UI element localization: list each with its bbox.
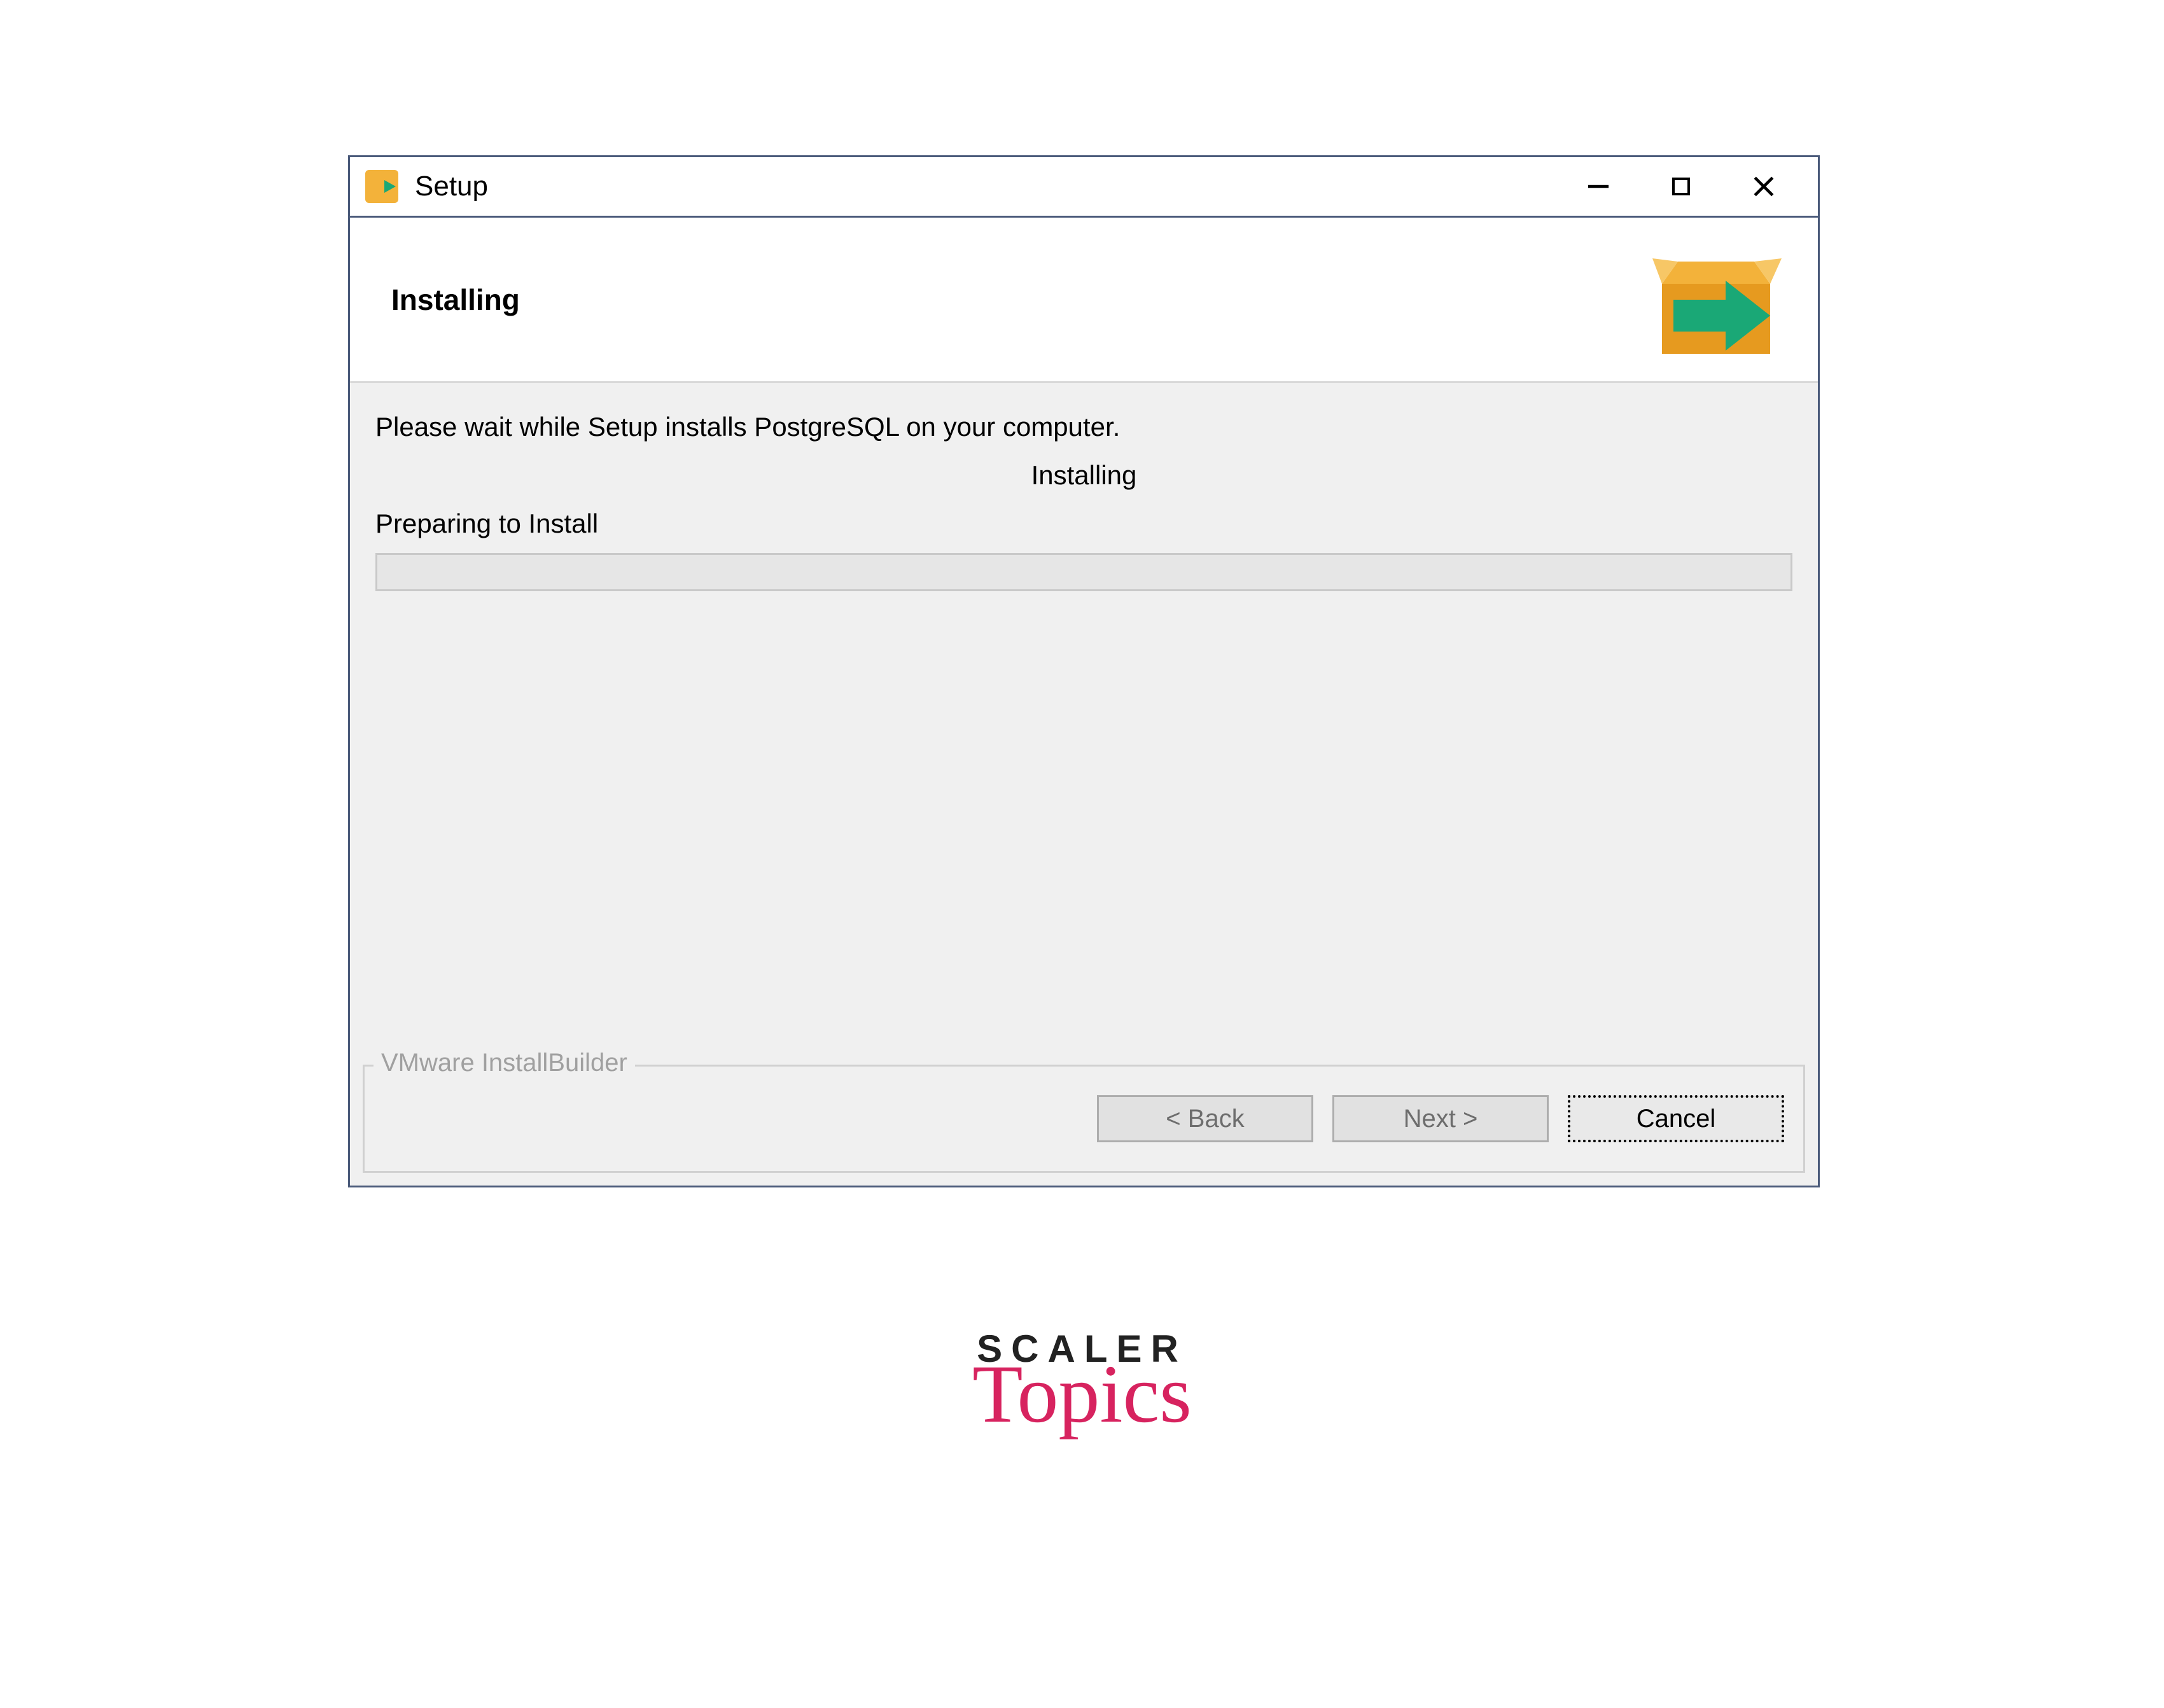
install-message: Please wait while Setup installs Postgre… <box>375 412 1792 442</box>
minimize-button[interactable] <box>1557 158 1640 215</box>
logo-line2: Topics <box>972 1353 1192 1436</box>
window-title: Setup <box>415 171 488 202</box>
footer-legend: VMware InstallBuilder <box>373 1049 635 1077</box>
install-status: Preparing to Install <box>375 508 1792 539</box>
cancel-button[interactable]: Cancel <box>1568 1095 1784 1142</box>
footer-fieldset: VMware InstallBuilder < Back Next > Canc… <box>363 1065 1805 1173</box>
maximize-button[interactable] <box>1640 158 1722 215</box>
body-area: Please wait while Setup installs Postgre… <box>350 383 1818 591</box>
package-arrow-icon <box>1643 236 1789 363</box>
back-button[interactable]: < Back <box>1097 1095 1313 1142</box>
header-strip: Installing <box>350 218 1818 383</box>
close-button[interactable] <box>1722 158 1805 215</box>
setup-dialog: Setup Installing <box>348 155 1820 1187</box>
next-button[interactable]: Next > <box>1332 1095 1549 1142</box>
install-centered-label: Installing <box>375 460 1792 491</box>
progress-bar <box>375 553 1792 591</box>
app-icon <box>363 167 401 206</box>
scaler-topics-logo: SCALER Topics <box>972 1330 1192 1436</box>
footer-buttons: < Back Next > Cancel <box>1097 1095 1784 1142</box>
titlebar: Setup <box>350 157 1818 218</box>
page-heading: Installing <box>391 283 520 317</box>
